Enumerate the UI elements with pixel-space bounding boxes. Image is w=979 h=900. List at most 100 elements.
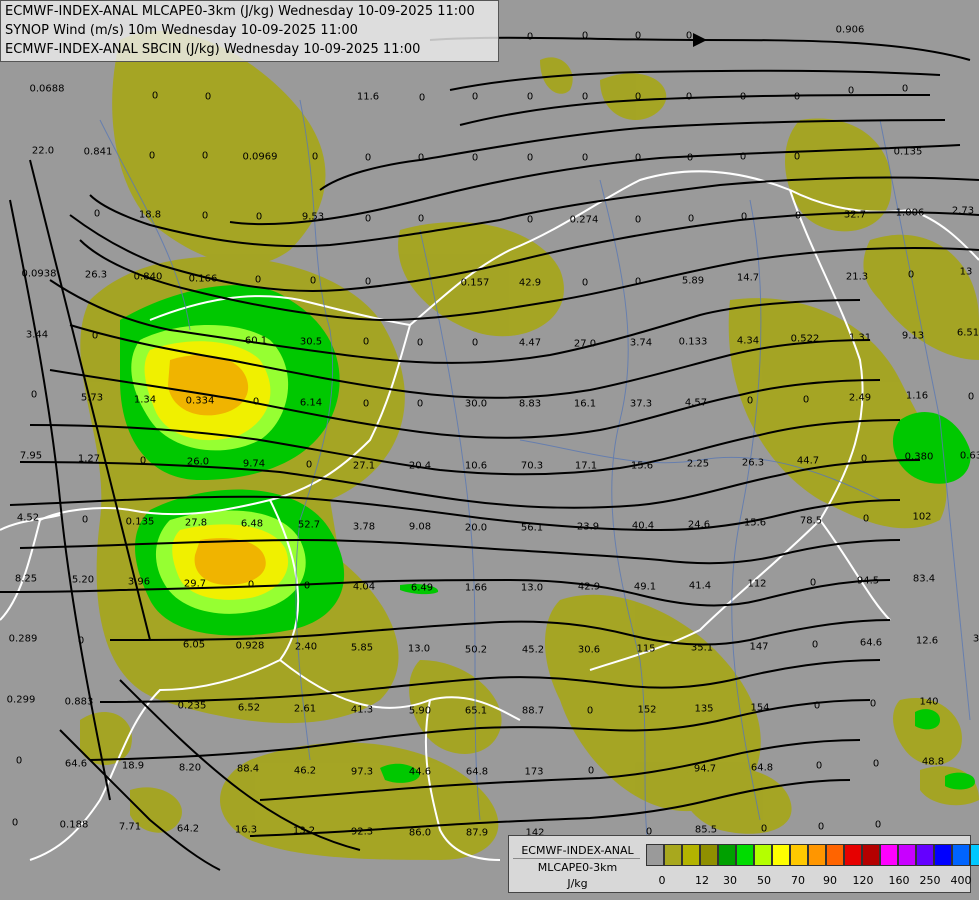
cin-value-label: 0 (634, 152, 642, 164)
cin-value-label: 0 (471, 152, 479, 164)
cin-value-label: 30.6 (577, 644, 601, 656)
legend-swatch (880, 844, 898, 866)
cin-value-label: 0.135 (125, 516, 155, 528)
cin-value-label: 0 (811, 639, 819, 651)
cin-value-label: 9.13 (901, 330, 925, 342)
cin-value-label: 0 (685, 91, 693, 103)
legend-swatch (772, 844, 790, 866)
legend-divider (513, 858, 640, 859)
cin-value-label: 0 (362, 336, 370, 348)
cin-value-label: 0 (581, 277, 589, 289)
cin-value-label: 0 (201, 150, 209, 162)
cin-value-label: 85.5 (694, 824, 718, 836)
cin-value-label: 0 (418, 92, 426, 104)
cin-value-label: 94.5 (856, 575, 880, 587)
cin-value-label: 10.6 (464, 460, 488, 472)
cin-value-label: 115 (636, 643, 656, 655)
title-panel: ECMWF-INDEX-ANAL MLCAPE0-3km (J/kg) Wedn… (0, 0, 499, 62)
cin-value-label: 0 (30, 389, 38, 401)
cin-value-label: 0.840 (133, 271, 163, 283)
cin-value-label: 173 (524, 766, 544, 778)
cin-value-label: 17.1 (574, 460, 598, 472)
cin-value-label: 0 (740, 211, 748, 223)
cin-value-label: 24.6 (687, 519, 711, 531)
cin-value-label: 1.66 (464, 582, 488, 594)
cin-value-label: 40.4 (631, 520, 655, 532)
cin-value-label: 30.0 (464, 398, 488, 410)
cin-value-label: 0 (526, 91, 534, 103)
cin-value-label: 0 (148, 150, 156, 162)
cin-value-label: 0.906 (835, 24, 865, 36)
cin-value-label: 16.3 (234, 824, 258, 836)
cin-value-label: 23.9 (576, 521, 600, 533)
legend-swatch (808, 844, 826, 866)
title-cape: ECMWF-INDEX-ANAL MLCAPE0-3km (J/kg) Wedn… (5, 4, 475, 19)
cin-value-label: 20.4 (408, 460, 432, 472)
cin-value-label: 0.883 (64, 696, 94, 708)
cin-value-label: 0 (793, 91, 801, 103)
legend-swatch (916, 844, 934, 866)
cin-value-label: 44.6 (408, 766, 432, 778)
legend-parameter: MLCAPE0-3km (537, 861, 618, 874)
cin-value-label: 6.51 (956, 327, 979, 339)
legend-tick-label: 120 (852, 874, 874, 887)
cin-value-label: 0 (872, 758, 880, 770)
cin-value-label: 0 (526, 31, 534, 43)
cin-value-label: 2.40 (294, 641, 318, 653)
cin-value-label: 2.61 (293, 703, 317, 715)
cin-value-label: 46.2 (293, 765, 317, 777)
cin-value-label: 37.3 (629, 398, 653, 410)
cin-value-label: 0 (686, 152, 694, 164)
cin-value-label: 0 (862, 513, 870, 525)
cin-value-label: 0 (739, 151, 747, 163)
cin-value-label: 0.0688 (29, 83, 65, 95)
cin-value-label: 0 (247, 579, 255, 591)
legend-swatch (970, 844, 979, 866)
cin-value-label: 0 (802, 394, 810, 406)
cin-value-label: 0 (869, 698, 877, 710)
cin-value-label: 0 (201, 210, 209, 222)
cin-value-label: 3.44 (25, 329, 49, 341)
cin-value-label: 0 (581, 91, 589, 103)
legend-swatch (844, 844, 862, 866)
cin-value-label: 30.5 (299, 336, 323, 348)
cin-value-label: 0 (255, 211, 263, 223)
legend-unit: J/kg (567, 877, 588, 890)
cin-value-label: 0.188 (59, 819, 89, 831)
cin-value-label: 9.53 (301, 211, 325, 223)
cin-value-label: 0 (254, 274, 262, 286)
cin-value-label: 41.3 (350, 704, 374, 716)
cin-value-label: 0 (139, 455, 147, 467)
cin-value-label: 2.25 (686, 458, 710, 470)
cin-value-label: 94.7 (693, 763, 717, 775)
title-cin: ECMWF-INDEX-ANAL SBCIN (J/kg) Wednesday … (5, 42, 421, 57)
cin-value-label: 0 (739, 91, 747, 103)
cin-value-label: 13.0 (520, 582, 544, 594)
cin-value-label: 0 (151, 90, 159, 102)
cin-value-label: 0 (586, 705, 594, 717)
legend-swatch (790, 844, 808, 866)
cin-value-label: 0.289 (8, 633, 38, 645)
cin-value-label: 20.0 (464, 522, 488, 534)
cin-value-label: 3 (972, 633, 979, 645)
legend-tick-label: 70 (791, 874, 805, 887)
cin-value-label: 0 (305, 459, 313, 471)
cin-value-label: 0.380 (904, 451, 934, 463)
cin-value-label: 0.522 (790, 333, 820, 345)
cin-value-label: 27.0 (573, 338, 597, 350)
cin-value-label: 1.31 (848, 332, 872, 344)
cin-value-label: 78.5 (799, 515, 823, 527)
cin-value-label: 21.3 (845, 271, 869, 283)
cin-value-label: 0 (526, 152, 534, 164)
cin-value-label: 0 (815, 760, 823, 772)
cin-value-label: 8.83 (518, 398, 542, 410)
cin-value-label: 70.3 (520, 460, 544, 472)
cin-value-label: 0 (860, 453, 868, 465)
color-legend: ECMWF-INDEX-ANAL MLCAPE0-3km J/kg 0 12 30 5… (508, 835, 979, 893)
cin-value-label: 0 (364, 276, 372, 288)
cin-value-label: 45.2 (521, 644, 545, 656)
cin-value-label: 44.7 (796, 455, 820, 467)
cin-value-label: 0 (15, 755, 23, 767)
cin-value-label: 7.95 (19, 450, 43, 462)
cin-value-label: 5.73 (80, 392, 104, 404)
